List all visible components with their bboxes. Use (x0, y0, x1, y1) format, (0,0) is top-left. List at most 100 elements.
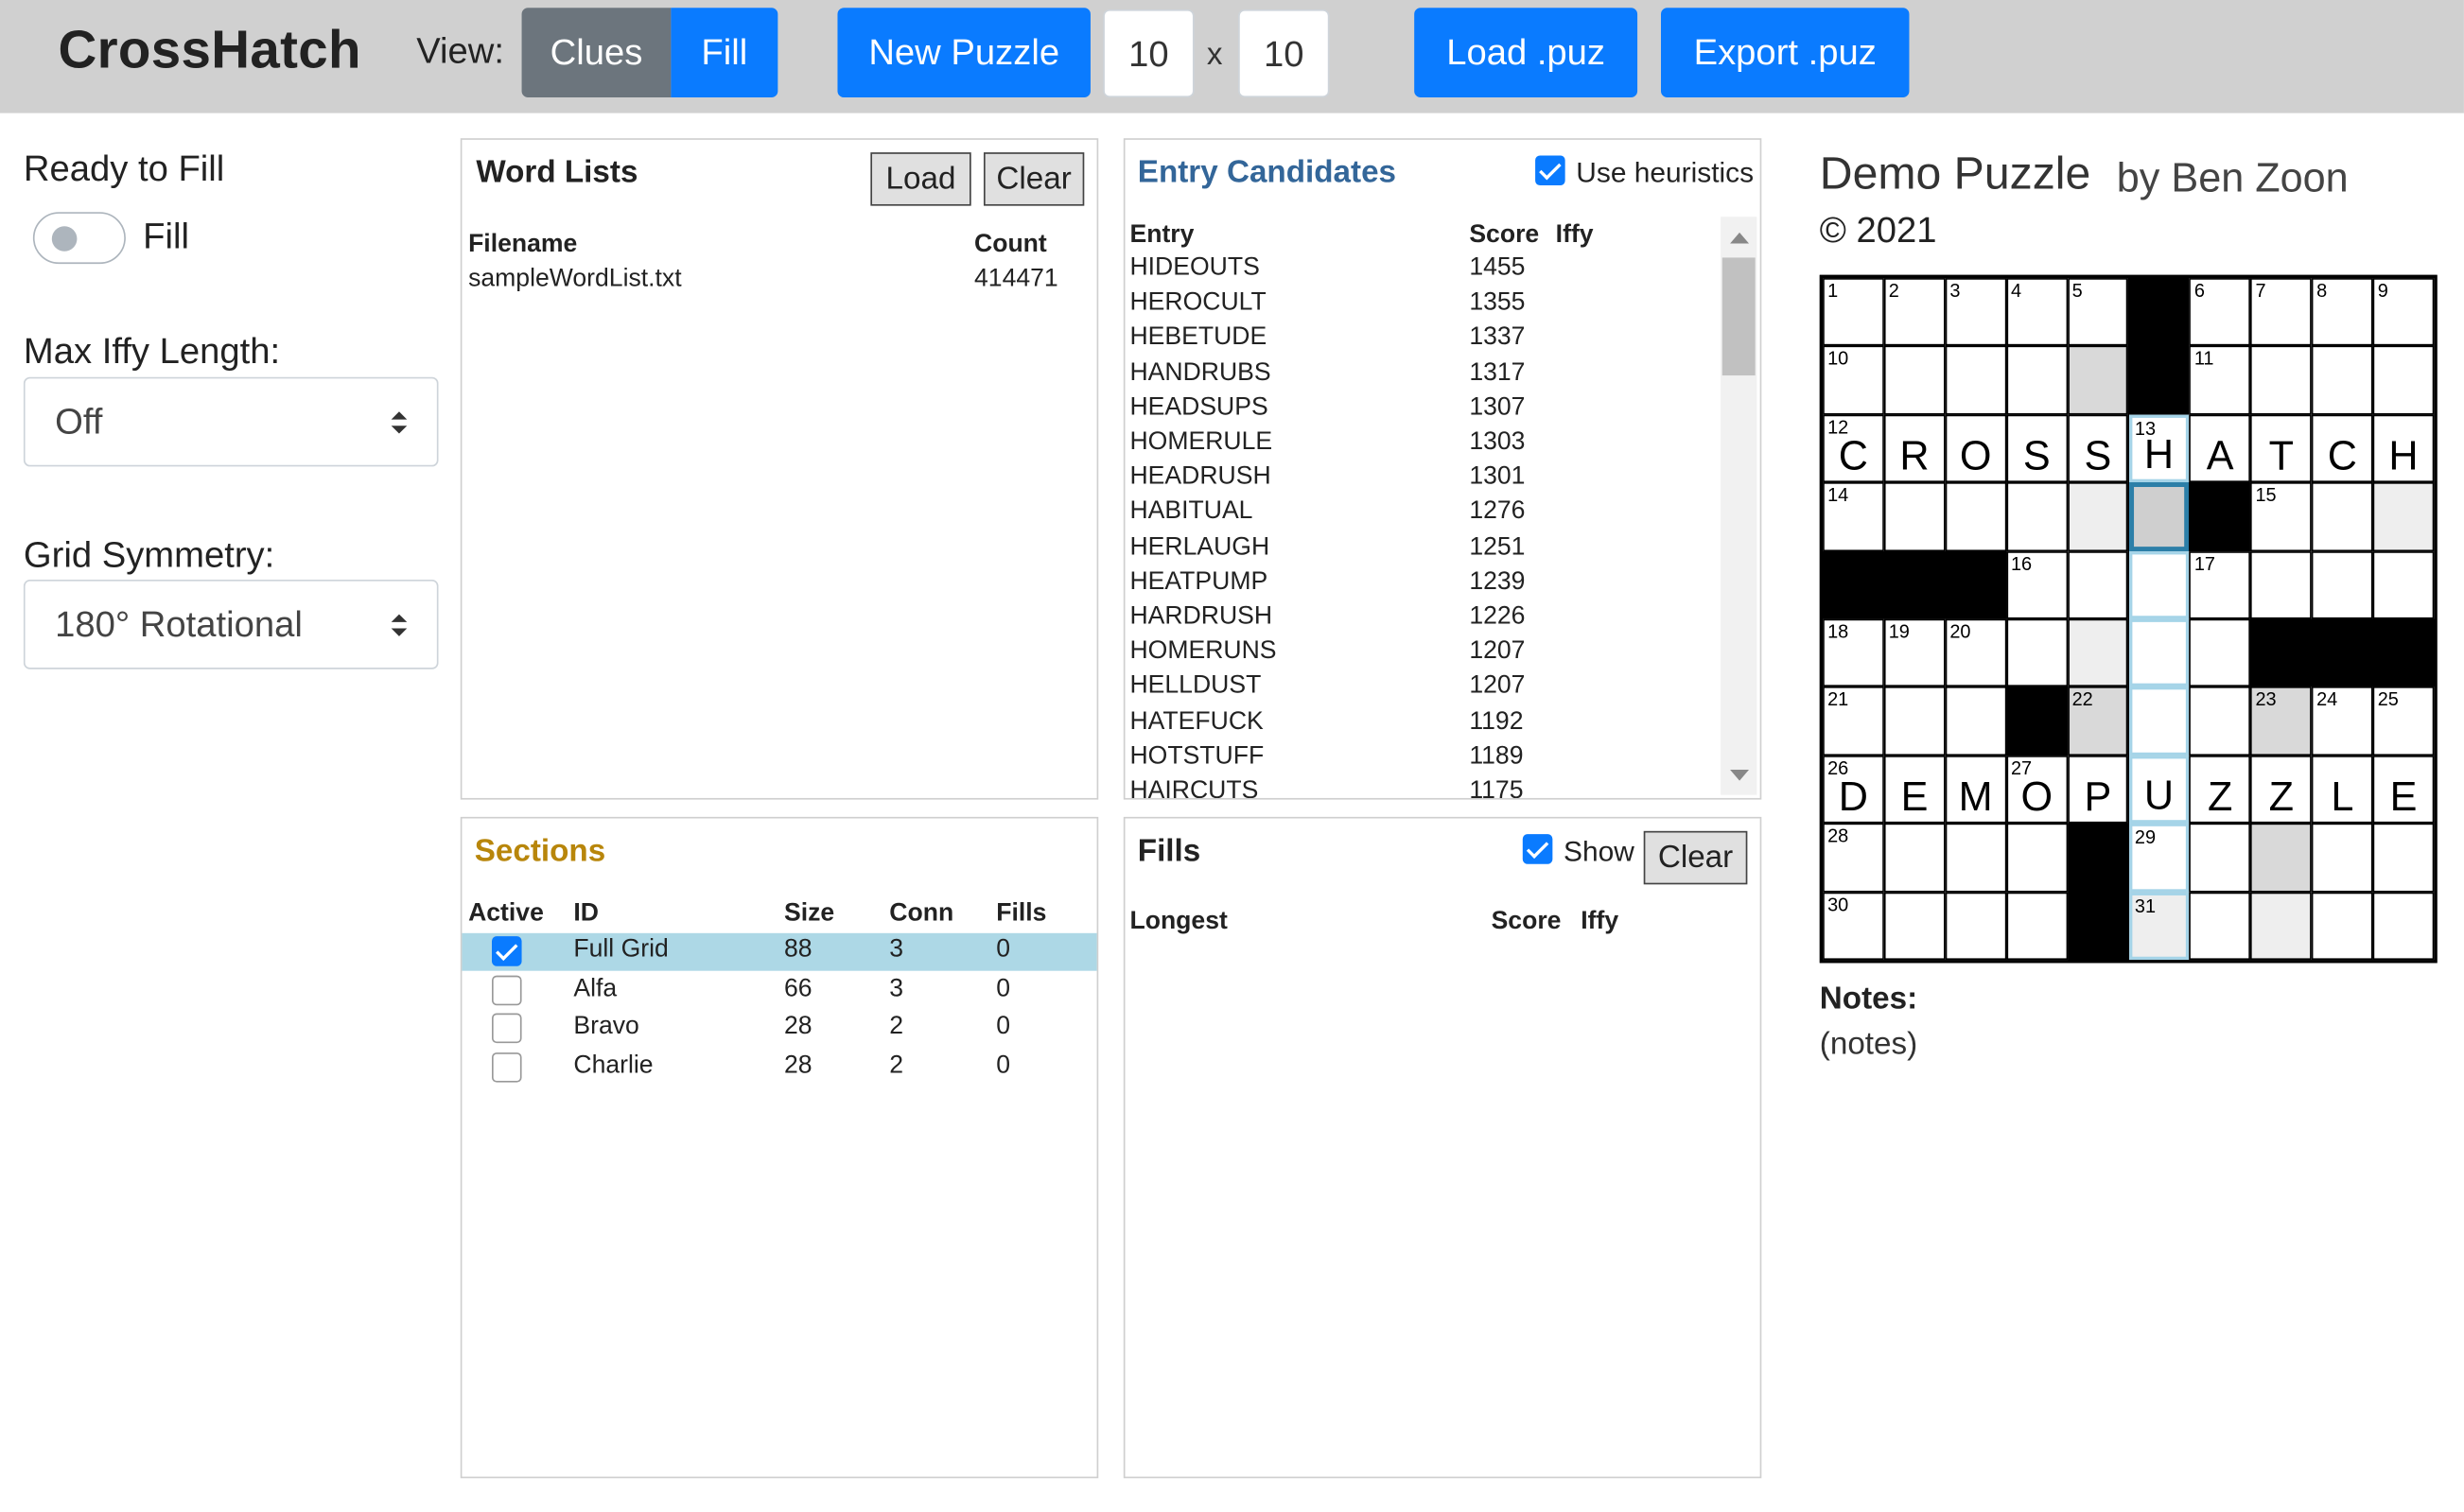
grid-cell[interactable]: 1 (1823, 278, 1884, 347)
candidate-entry[interactable]: HEBETUDE (1129, 324, 1267, 353)
grid-cell[interactable] (2250, 550, 2313, 619)
section-active-checkbox[interactable] (491, 936, 522, 966)
grid-cell[interactable]: 24 (2312, 686, 2373, 756)
grid-cell[interactable]: 7 (2250, 278, 2313, 347)
wordlist-filename[interactable]: sampleWordList.txt (468, 266, 682, 294)
grid-cell[interactable] (1883, 891, 1946, 961)
grid-cell[interactable]: Z (2250, 755, 2313, 824)
grid-cell[interactable]: L (2312, 755, 2373, 824)
max-iffy-select[interactable]: Off (23, 376, 439, 467)
height-input[interactable]: 10 (1238, 9, 1330, 98)
candidate-entry[interactable]: HOMERULE (1129, 429, 1272, 458)
grid-cell[interactable]: 4 (2005, 278, 2068, 347)
width-input[interactable]: 10 (1103, 9, 1195, 98)
grid-cell[interactable] (1945, 482, 2006, 551)
candidate-entry[interactable]: HEROCULT (1129, 289, 1266, 318)
section-id[interactable]: Full Grid (573, 936, 668, 965)
grid-cell[interactable]: H (2372, 414, 2435, 483)
candidates-scrollbar[interactable] (1721, 217, 1757, 795)
grid-cell[interactable]: 21 (1823, 686, 1884, 756)
scroll-up-icon[interactable] (1730, 232, 1750, 244)
grid-cell[interactable]: 17 (2189, 550, 2251, 619)
grid-cell[interactable] (2067, 346, 2129, 415)
grid-cell[interactable] (1883, 686, 1946, 756)
grid-cell[interactable]: Z (2189, 755, 2251, 824)
candidate-entry[interactable]: HOMERUNS (1129, 638, 1276, 667)
candidate-entry[interactable]: HARDRUSH (1129, 603, 1272, 632)
candidate-entry[interactable]: HATEFUCK (1129, 708, 1263, 737)
grid-cell[interactable] (1883, 346, 1946, 415)
crossword-grid[interactable]: 1 2 3 4 5 6 7 8 9 10 11 12 C R O S S 13 H A T C H 14 15 16 17 18 19 2… (1819, 274, 2438, 964)
grid-cell[interactable] (2128, 482, 2190, 551)
grid-cell[interactable]: 9 (2372, 278, 2435, 347)
grid-cell[interactable]: A (2189, 414, 2251, 483)
grid-cell[interactable]: 22 (2067, 686, 2129, 756)
grid-cell[interactable] (2189, 891, 2251, 961)
grid-cell[interactable]: 2 (1883, 278, 1946, 347)
grid-cell[interactable] (2067, 550, 2129, 619)
grid-cell[interactable] (2250, 346, 2313, 415)
grid-cell[interactable] (1945, 891, 2006, 961)
section-id[interactable]: Charlie (573, 1052, 653, 1081)
export-puz-button[interactable]: Export .puz (1660, 8, 1910, 98)
grid-cell[interactable]: R (1883, 414, 1946, 483)
grid-cell[interactable] (1945, 823, 2006, 892)
grid-cell[interactable]: 15 (2250, 482, 2313, 551)
grid-cell[interactable] (2312, 891, 2373, 961)
grid-cell[interactable]: T (2250, 414, 2313, 483)
grid-cell[interactable]: S (2005, 414, 2068, 483)
scroll-thumb[interactable] (1721, 257, 1756, 376)
candidate-entry[interactable]: HIDEOUTS (1129, 254, 1259, 283)
grid-cell[interactable] (2128, 686, 2190, 756)
grid-symmetry-select[interactable]: 180° Rotational (23, 580, 439, 669)
grid-cell[interactable]: 25 (2372, 686, 2435, 756)
grid-cell[interactable]: E (1883, 755, 1946, 824)
grid-cell[interactable] (2312, 550, 2373, 619)
grid-cell[interactable]: S (2067, 414, 2129, 483)
grid-cell[interactable]: 31 (2128, 891, 2190, 961)
grid-cell[interactable]: 14 (1823, 482, 1884, 551)
word-lists-clear-button[interactable]: Clear (983, 152, 1085, 206)
candidate-entry[interactable]: HERLAUGH (1129, 533, 1269, 562)
grid-cell[interactable]: 20 (1945, 618, 2006, 687)
fills-clear-button[interactable]: Clear (1643, 830, 1748, 885)
grid-cell[interactable]: E (2372, 755, 2435, 824)
candidate-entry[interactable]: HEADSUPS (1129, 394, 1267, 423)
grid-cell[interactable] (2067, 618, 2129, 687)
section-id[interactable]: Alfa (573, 975, 617, 1003)
grid-cell[interactable]: 29 (2128, 823, 2190, 892)
grid-cell[interactable] (2128, 550, 2190, 619)
candidate-entry[interactable]: HOTSTUFF (1129, 742, 1264, 771)
use-heuristics-checkbox[interactable] (1535, 155, 1565, 186)
grid-cell[interactable]: 18 (1823, 618, 1884, 687)
grid-cell[interactable] (2250, 891, 2313, 961)
grid-cell[interactable]: U (2128, 755, 2190, 824)
view-clues-button[interactable]: Clues (521, 8, 672, 98)
grid-cell[interactable] (1945, 346, 2006, 415)
grid-cell[interactable] (2005, 618, 2068, 687)
grid-cell[interactable] (2372, 550, 2435, 619)
grid-cell[interactable] (2312, 346, 2373, 415)
grid-cell[interactable]: 16 (2005, 550, 2068, 619)
grid-cell[interactable] (2005, 346, 2068, 415)
word-lists-load-button[interactable]: Load (870, 152, 971, 206)
scroll-down-icon[interactable] (1730, 770, 1750, 781)
grid-cell[interactable] (2372, 891, 2435, 961)
new-puzzle-button[interactable]: New Puzzle (837, 8, 1091, 98)
grid-cell[interactable]: 6 (2189, 278, 2251, 347)
grid-cell[interactable]: 5 (2067, 278, 2129, 347)
view-fill-button[interactable]: Fill (671, 8, 778, 98)
show-fills-checkbox[interactable] (1522, 834, 1553, 864)
grid-cell[interactable] (2189, 618, 2251, 687)
grid-cell[interactable] (2372, 482, 2435, 551)
grid-cell[interactable]: O (1945, 414, 2006, 483)
section-active-checkbox[interactable] (491, 1052, 522, 1083)
grid-cell[interactable] (2312, 482, 2373, 551)
grid-cell[interactable] (2067, 482, 2129, 551)
grid-cell[interactable] (2250, 823, 2313, 892)
grid-cell[interactable]: 26 D (1823, 755, 1884, 824)
grid-cell[interactable]: 8 (2312, 278, 2373, 347)
candidate-entry[interactable]: HABITUAL (1129, 498, 1252, 527)
grid-cell[interactable] (1883, 482, 1946, 551)
grid-cell[interactable]: 19 (1883, 618, 1946, 687)
